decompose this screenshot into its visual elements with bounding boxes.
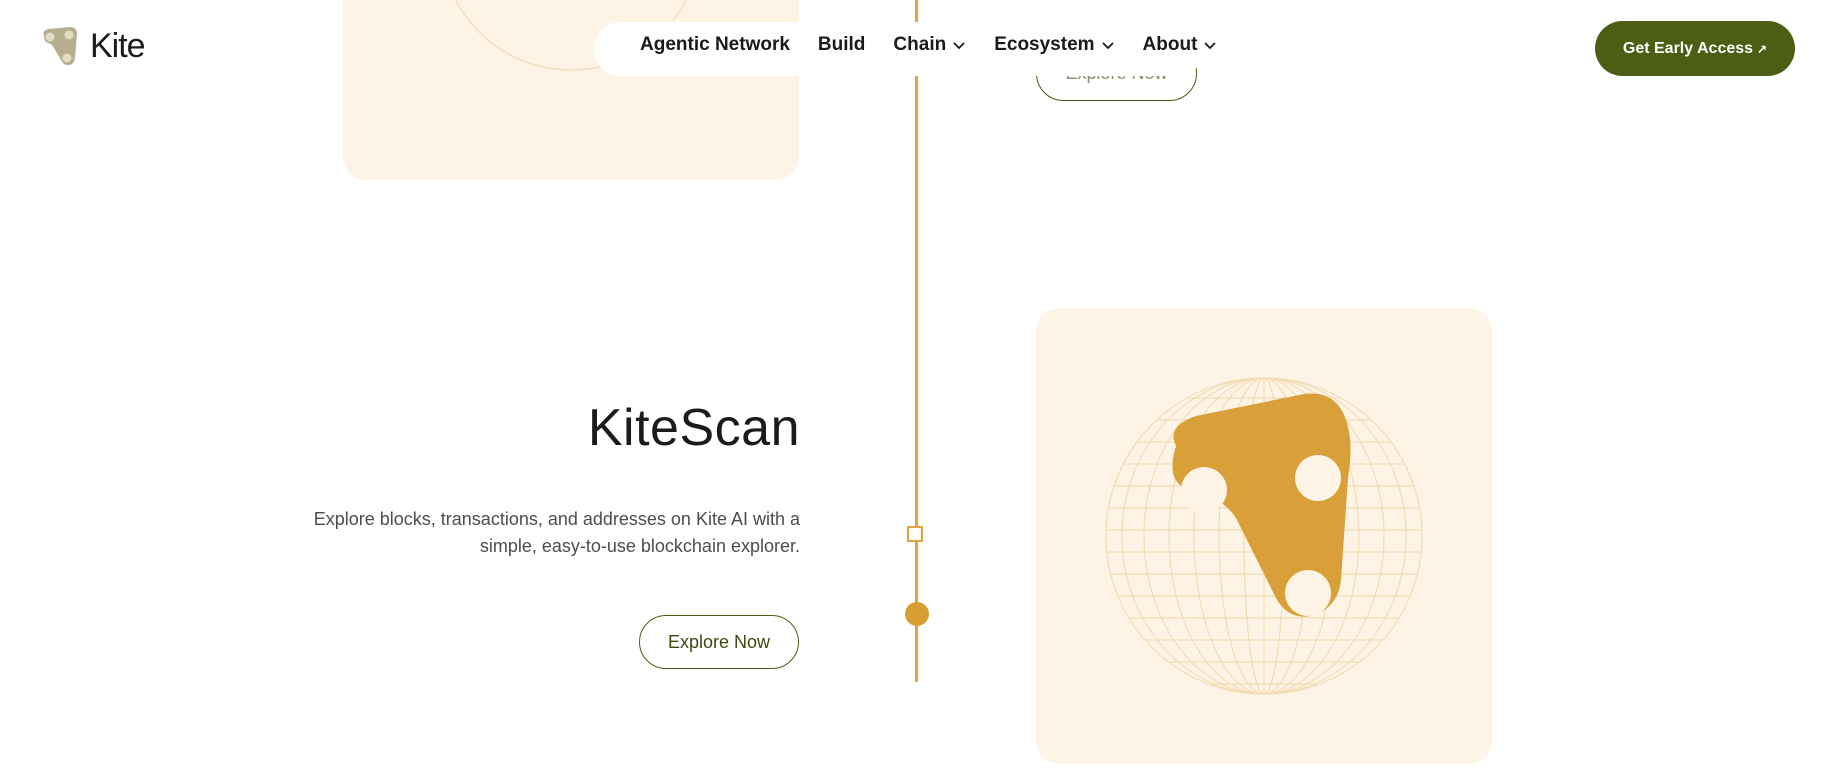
nav-item-label: Chain — [893, 34, 947, 55]
nav-item-label: Agentic Network — [640, 34, 790, 55]
nav-item-label: Ecosystem — [994, 34, 1095, 55]
section-title: KiteScan — [587, 399, 800, 457]
timeline-marker-square — [907, 526, 923, 542]
timeline-line — [915, 0, 918, 682]
kite-globe-icon — [1105, 377, 1423, 695]
chevron-down-icon — [1204, 42, 1217, 50]
nav-item-build[interactable]: Build — [818, 34, 866, 56]
explore-now-label: Explore Now — [667, 631, 771, 652]
chevron-down-icon — [953, 42, 965, 50]
brand-name: Kite — [90, 26, 146, 65]
nav-item-label: About — [1142, 34, 1198, 55]
get-early-access-button[interactable]: Get Early Access ↗ — [1595, 21, 1795, 76]
nav-item-agentic-network[interactable]: Agentic Network — [640, 34, 790, 56]
kitescan-card — [1036, 308, 1492, 764]
brand-logo[interactable]: Kite — [40, 24, 146, 68]
arrow-up-right-icon: ↗ — [1757, 41, 1768, 56]
chevron-down-icon — [1101, 42, 1114, 50]
kite-logo-icon — [43, 27, 77, 65]
nav-item-label: Build — [817, 34, 866, 55]
section-description: Explore blocks, transactions, and addres… — [313, 509, 800, 556]
main-nav: Agentic Network Build Chain Ecosystem Ab… — [640, 34, 1217, 56]
nav-item-chain[interactable]: Chain — [893, 34, 966, 56]
timeline-marker-dot — [905, 602, 929, 626]
page: Explore Now — [0, 0, 1832, 782]
explore-now-button[interactable]: Explore Now — [639, 615, 799, 669]
nav-item-about[interactable]: About — [1143, 34, 1218, 56]
cta-label: Get Early Access — [1622, 39, 1754, 57]
nav-item-ecosystem[interactable]: Ecosystem — [994, 34, 1114, 56]
